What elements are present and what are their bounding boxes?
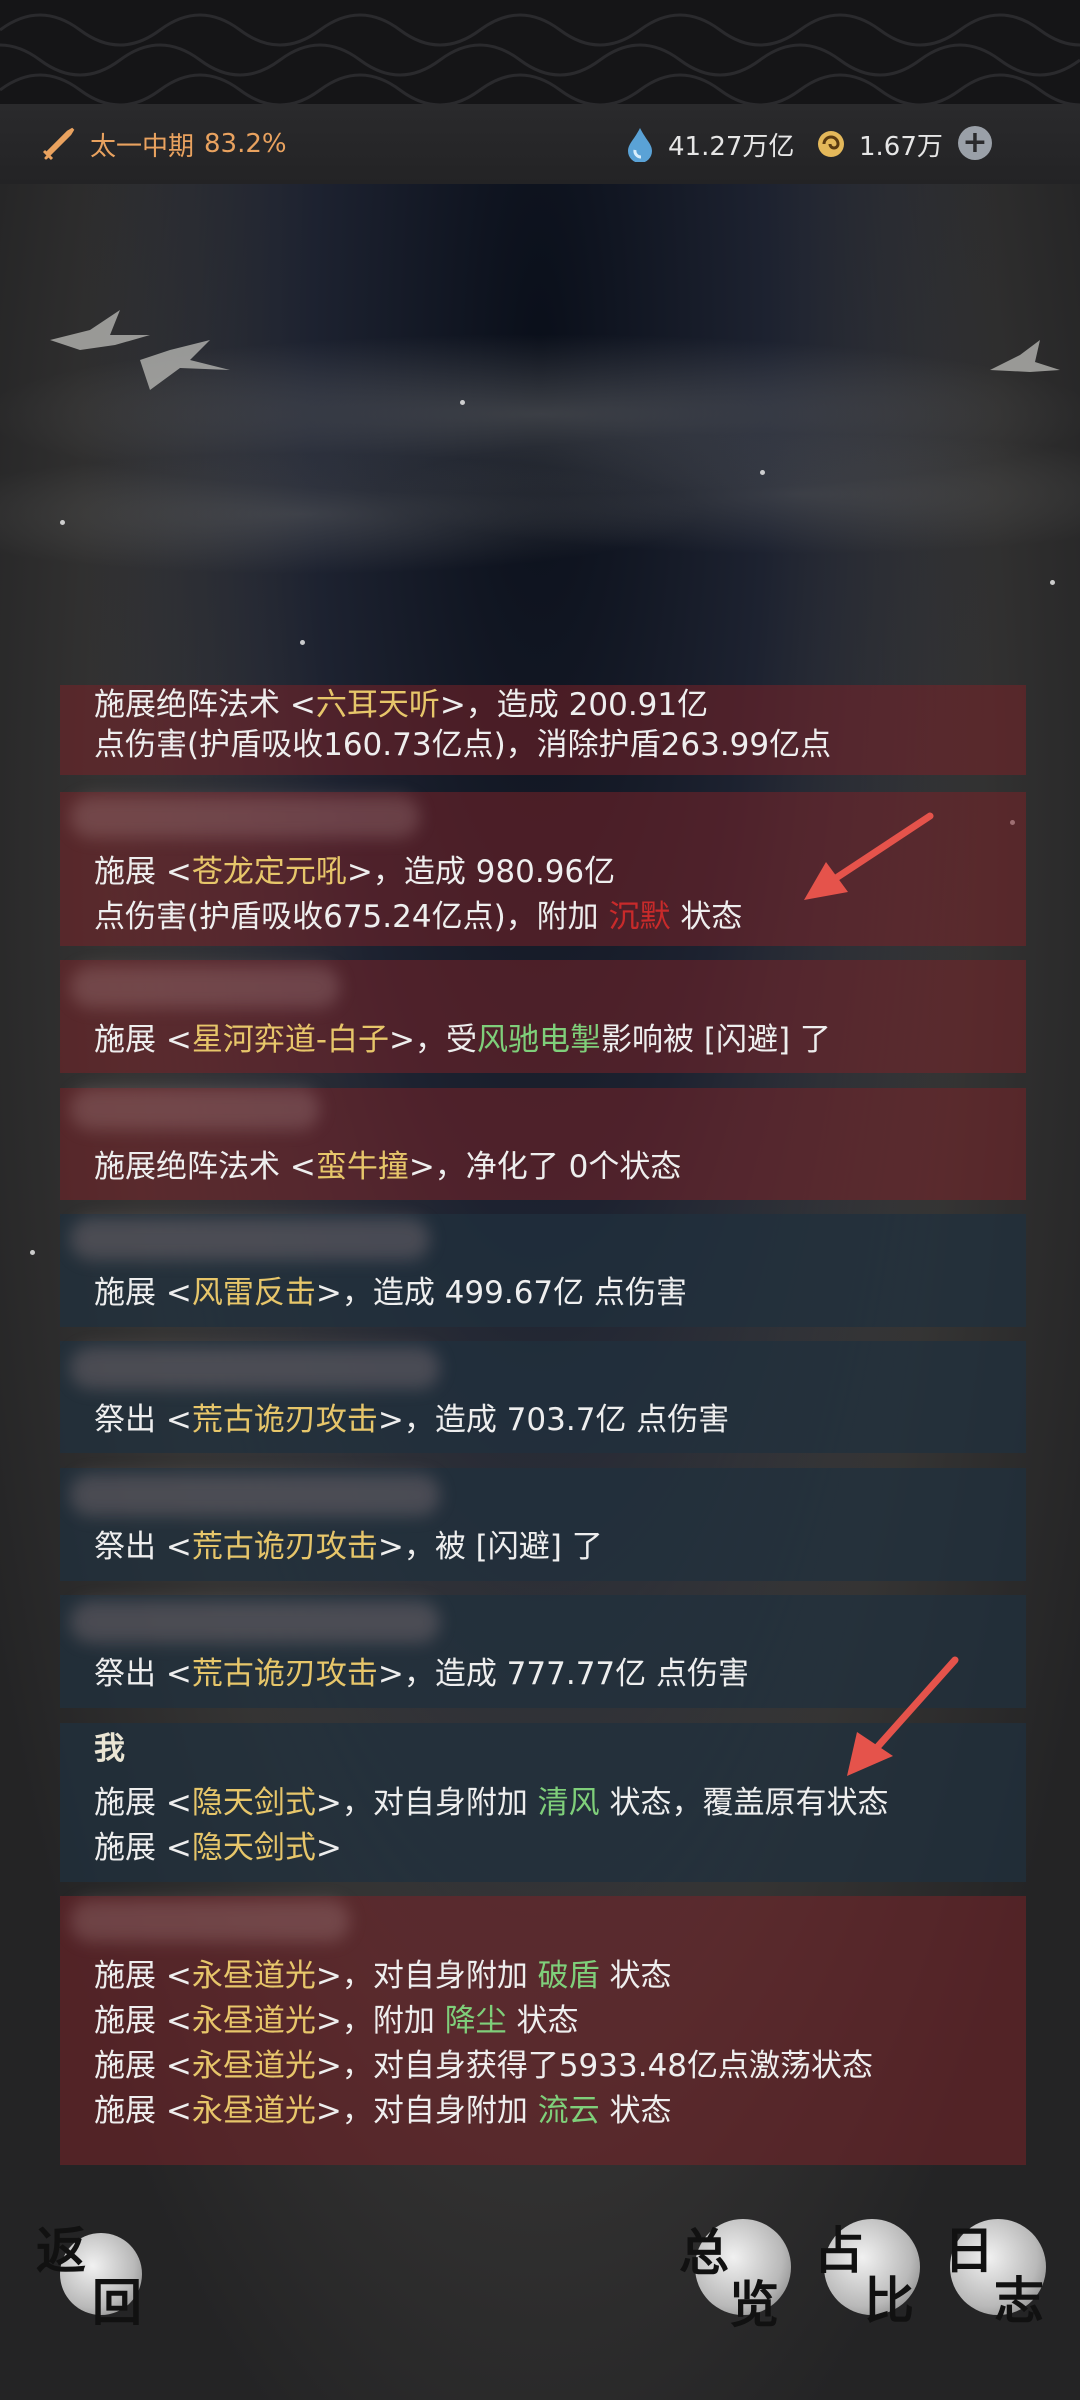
log-line: 施展绝阵法术 <蛮牛撞>，净化了 0个状态 xyxy=(94,1149,682,1185)
log-entry: 施展绝阵法术 <蛮牛撞>，净化了 0个状态 xyxy=(60,1088,1026,1200)
log-line: 点伤害(护盾吸收675.24亿点)，附加 沉默 状态 xyxy=(94,899,743,935)
star xyxy=(30,1250,35,1255)
actor-name-self: 我 xyxy=(94,1731,125,1767)
swirl-coin-icon xyxy=(818,131,844,157)
blurred-actor-name xyxy=(70,1218,430,1260)
log-entry: 施展 <风雷反击>，造成 499.67亿 点伤害 xyxy=(60,1214,1026,1327)
realm-label: 太一中期 xyxy=(90,131,195,162)
realm-indicator[interactable]: 太一中期 83.2% xyxy=(40,104,287,184)
log-entry: 施展 <星河弈道-白子>，受风驰电掣影响被 [闪避] 了 xyxy=(60,960,1026,1073)
blurred-actor-name xyxy=(70,1900,350,1942)
log-line: 施展 <星河弈道-白子>，受风驰电掣影响被 [闪避] 了 xyxy=(94,1022,831,1058)
log-line: 施展 <隐天剑式>，对自身附加 清风 状态，覆盖原有状态 xyxy=(94,1785,889,1821)
blurred-actor-name xyxy=(70,1088,320,1130)
log-line: 施展绝阵法术 <六耳天听>，造成 200.91亿 xyxy=(94,687,709,723)
blurred-actor-name xyxy=(70,1601,440,1643)
star xyxy=(1050,580,1055,585)
currency-coin: 1.67万 xyxy=(815,104,943,184)
plus-icon[interactable]: + xyxy=(958,126,992,160)
ratio-button[interactable]: 占 比 xyxy=(810,2215,930,2330)
blurred-actor-name xyxy=(70,1474,440,1516)
log-button[interactable]: 日 志 xyxy=(940,2215,1060,2330)
log-line: 点伤害(护盾吸收160.73亿点)，消除护盾263.99亿点 xyxy=(94,727,832,763)
wave-pattern xyxy=(0,13,1080,107)
log-line: 施展 <风雷反击>，造成 499.67亿 点伤害 xyxy=(94,1275,687,1311)
star xyxy=(300,640,305,645)
log-line: 祭出 <荒古诡刃攻击>，被 [闪避] 了 xyxy=(94,1529,603,1565)
currency-spirit: 41.27万亿 xyxy=(624,104,794,184)
log-line: 施展 <苍龙定元吼>，造成 980.96亿 xyxy=(94,854,616,890)
blurred-actor-name xyxy=(70,796,420,838)
star xyxy=(60,520,65,525)
log-line: 施展 <永昼道光>，对自身附加 破盾 状态 xyxy=(94,1958,672,1994)
log-line: 施展 <永昼道光>，对自身获得了5933.48亿点激荡状态 xyxy=(94,2048,874,2084)
currency-coin-value: 1.67万 xyxy=(859,131,943,162)
top-decorative-band xyxy=(0,0,1080,107)
log-line: 祭出 <荒古诡刃攻击>，造成 703.7亿 点伤害 xyxy=(94,1402,730,1438)
log-entry: 祭出 <荒古诡刃攻击>，造成 703.7亿 点伤害 xyxy=(60,1341,1026,1453)
log-line: 施展 <隐天剑式> xyxy=(94,1830,342,1866)
log-line: 施展 <永昼道光>，对自身附加 流云 状态 xyxy=(94,2093,672,2129)
crane-silhouettes xyxy=(50,310,1060,390)
annotation-arrow xyxy=(804,812,934,900)
log-entry: 祭出 <荒古诡刃攻击>，被 [闪避] 了 xyxy=(60,1468,1026,1581)
log-line: 施展 <永昼道光>，附加 降尘 状态 xyxy=(94,2003,579,2039)
sword-icon xyxy=(42,127,75,161)
realm-progress: 83.2% xyxy=(204,129,287,159)
currency-spirit-value: 41.27万亿 xyxy=(668,131,795,162)
star xyxy=(760,470,765,475)
log-line: 祭出 <荒古诡刃攻击>，造成 777.77亿 点伤害 xyxy=(94,1656,749,1692)
annotation-arrow xyxy=(847,1656,959,1776)
back-button[interactable]: 返 回 xyxy=(30,2215,150,2332)
blurred-actor-name xyxy=(70,966,340,1008)
status-bar: 太一中期 83.2% 41.27万亿 1.67万 xyxy=(0,104,1080,185)
spirit-drop-icon xyxy=(628,128,652,162)
log-entry: 施展绝阵法术 <六耳天听>，造成 200.91亿 点伤害(护盾吸收160.73亿… xyxy=(60,685,1026,775)
log-entry: 施展 <永昼道光>，对自身附加 破盾 状态 施展 <永昼道光>，附加 降尘 状态… xyxy=(60,1896,1026,2165)
blurred-actor-name xyxy=(70,1347,440,1389)
overview-button[interactable]: 总 览 xyxy=(675,2215,795,2334)
star xyxy=(460,400,465,405)
